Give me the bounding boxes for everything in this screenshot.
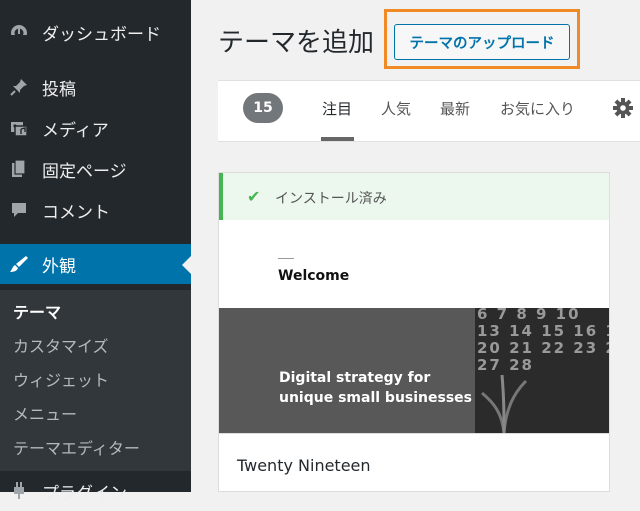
screenshot-welcome-text: Welcome (278, 268, 350, 284)
sidebar-item-label: 固定ページ (42, 161, 127, 182)
hero-line-2: unique small businesses (279, 390, 473, 406)
upload-theme-button[interactable]: テーマのアップロード (394, 24, 570, 60)
pages-icon (9, 159, 29, 179)
submenu-item-theme-editor[interactable]: テーマエディター (13, 435, 140, 459)
submenu-item-widgets[interactable]: ウィジェット (13, 367, 109, 391)
theme-filter-bar: 15 注目 人気 最新 お気に入り (218, 80, 640, 142)
tab-latest[interactable]: 最新 (440, 98, 470, 119)
theme-name-bar: Twenty Nineteen (219, 433, 609, 491)
appearance-submenu: テーマ カスタマイズ ウィジェット メニュー テーマエディター (0, 290, 191, 471)
tab-favorites[interactable]: お気に入り (500, 98, 575, 119)
dashboard-icon (9, 22, 29, 42)
submenu-item-menus[interactable]: メニュー (13, 401, 77, 425)
theme-count-badge: 15 (243, 93, 283, 123)
theme-screenshot[interactable]: Welcome 6 7 8 9 10 13 14 15 16 17 20 21 … (219, 220, 609, 433)
screenshot-hero: 6 7 8 9 10 13 14 15 16 17 20 21 22 23 24… (219, 308, 609, 433)
plant-icon (481, 374, 528, 433)
brush-icon (9, 254, 29, 274)
hero-text: Digital strategy for unique small busine… (279, 368, 479, 408)
hero-line-1: Digital strategy for (279, 370, 431, 386)
page-title: テーマを追加 (218, 28, 375, 58)
submenu-item-themes[interactable]: テーマ (13, 299, 61, 323)
tab-popular[interactable]: 人気 (381, 98, 411, 119)
comment-icon (9, 200, 29, 220)
tab-featured[interactable]: 注目 (322, 98, 352, 119)
sidebar-item-plugins[interactable]: プラグイン (0, 471, 191, 511)
pin-icon (9, 77, 29, 97)
sidebar-item-label: メディア (42, 120, 109, 141)
submenu-item-customize[interactable]: カスタマイズ (13, 333, 109, 357)
sidebar-item-dashboard[interactable]: ダッシュボード (0, 12, 191, 52)
checkmark-icon: ✔ (247, 187, 261, 206)
installed-notice: ✔ インストール済み (219, 173, 609, 220)
sidebar-item-label: プラグイン (42, 483, 127, 504)
sidebar-item-label: 外観 (42, 256, 76, 277)
sidebar-item-label: コメント (42, 202, 110, 223)
sidebar-item-comments[interactable]: コメント (0, 190, 191, 230)
gear-icon[interactable] (612, 97, 634, 119)
screenshot-divider (278, 258, 294, 259)
sidebar-item-posts[interactable]: 投稿 (0, 67, 191, 107)
installed-label: インストール済み (275, 191, 387, 207)
theme-card[interactable]: ✔ インストール済み Welcome 6 7 8 9 10 13 14 15 1… (218, 172, 610, 492)
sidebar-item-label: 投稿 (42, 79, 76, 100)
active-tab-indicator (321, 137, 354, 141)
plugin-icon (9, 481, 29, 501)
sidebar-item-label: ダッシュボード (42, 24, 161, 45)
theme-name: Twenty Nineteen (237, 456, 371, 475)
sidebar-item-appearance[interactable]: 外観 (0, 244, 191, 284)
sidebar-item-pages[interactable]: 固定ページ (0, 149, 191, 189)
sidebar-item-media[interactable]: メディア (0, 108, 191, 148)
media-icon (9, 118, 29, 138)
admin-sidebar: ダッシュボード 投稿 メディア 固定ページ コメント 外観 テーマ カスタマイズ… (0, 0, 191, 504)
